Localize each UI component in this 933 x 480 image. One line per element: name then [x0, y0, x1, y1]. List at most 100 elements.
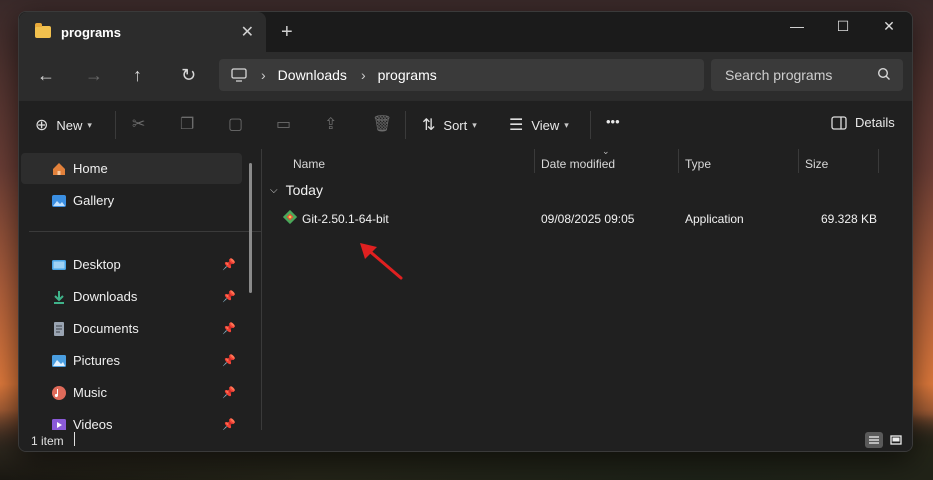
maximize-button[interactable]: ☐	[820, 12, 866, 40]
pin-icon[interactable]: 📌	[222, 386, 236, 399]
details-label: Details	[855, 115, 895, 130]
view-list-icon: ☰	[509, 117, 524, 134]
pictures-icon	[52, 354, 66, 367]
sort-icon: ⇅	[422, 117, 436, 134]
tiles-view-button[interactable]	[887, 432, 905, 448]
sidebar-item-label: Music	[73, 385, 107, 400]
music-icon	[52, 385, 66, 400]
sidebar-item-gallery[interactable]: Gallery	[21, 185, 242, 216]
command-bar: ⊕ New ▾ ✂ ❐ ▢ ▭ ⇪ 🗑 ⇅ Sort ▾ ☰ View ▾ ••…	[19, 100, 912, 148]
sidebar-item-pictures[interactable]: Pictures 📌	[21, 345, 242, 376]
sidebar-item-label: Downloads	[73, 289, 138, 304]
sidebar-item-label: Home	[73, 161, 108, 176]
divider	[405, 111, 406, 139]
divider	[590, 111, 591, 139]
downloads-icon	[54, 290, 64, 304]
search-input[interactable]: Search programs	[711, 59, 903, 91]
column-divider[interactable]	[878, 149, 879, 173]
pin-icon[interactable]: 📌	[222, 258, 236, 271]
chevron-down-icon: ▾	[472, 119, 477, 130]
column-divider[interactable]	[798, 149, 799, 173]
up-button[interactable]: ↑	[133, 66, 142, 84]
cut-icon[interactable]: ✂	[132, 114, 145, 134]
group-header-today[interactable]: ⌵ Today	[270, 182, 323, 198]
details-view-icon	[869, 436, 879, 444]
details-view-button[interactable]	[865, 432, 883, 448]
column-divider[interactable]	[678, 149, 679, 173]
navigation-bar: ← → ↑ ↻ › Downloads › programs Search pr…	[19, 52, 912, 100]
close-tab-icon[interactable]: ✕	[241, 22, 254, 42]
gallery-icon	[52, 194, 66, 207]
file-name: Git-2.50.1-64-bit	[302, 212, 389, 226]
sidebar-item-label: Pictures	[73, 353, 120, 368]
back-button[interactable]: ←	[37, 66, 55, 84]
chevron-down-icon: ⌵	[270, 184, 278, 196]
address-bar[interactable]: › Downloads › programs	[219, 59, 704, 91]
sort-label: Sort	[443, 117, 468, 133]
pin-icon[interactable]: 📌	[222, 354, 236, 367]
sidebar-item-downloads[interactable]: Downloads 📌	[21, 281, 242, 312]
tab-programs[interactable]: programs ✕	[19, 12, 266, 52]
status-separator	[74, 432, 75, 446]
divider	[29, 231, 261, 232]
view-label: View	[531, 117, 560, 133]
sidebar-item-documents[interactable]: Documents 📌	[21, 313, 242, 344]
file-type: Application	[685, 212, 744, 226]
file-list: Name ⌄ Date modified Type Size ⌵ Today G…	[262, 146, 912, 432]
close-window-button[interactable]: ✕	[866, 12, 912, 40]
copy-icon[interactable]: ❐	[180, 114, 194, 134]
chevron-down-icon: ▾	[564, 119, 569, 130]
column-divider[interactable]	[534, 149, 535, 173]
refresh-button[interactable]: ↻	[181, 66, 196, 84]
chevron-right-icon: ›	[360, 67, 366, 83]
breadcrumb-downloads[interactable]: Downloads	[278, 67, 347, 83]
title-bar: programs ✕ + — ☐ ✕	[19, 12, 912, 52]
column-header-type[interactable]: Type	[685, 157, 711, 171]
group-label: Today	[285, 182, 323, 198]
column-header-date-modified[interactable]: Date modified	[541, 157, 615, 171]
column-header-name[interactable]: Name	[293, 157, 325, 171]
documents-icon	[54, 321, 64, 336]
sidebar-item-label: Documents	[73, 321, 139, 336]
sidebar-item-label: Desktop	[73, 257, 121, 272]
annotation-arrow	[360, 243, 403, 280]
chevron-right-icon: ›	[261, 67, 266, 83]
minimize-button[interactable]: —	[774, 12, 820, 40]
rename-icon[interactable]: ▭	[276, 114, 291, 134]
item-count: 1 item	[31, 434, 64, 448]
search-icon	[877, 67, 890, 80]
chevron-down-icon: ▾	[87, 119, 92, 130]
sort-button[interactable]: ⇅ Sort ▾	[422, 115, 477, 135]
forward-button[interactable]: →	[85, 66, 103, 84]
plus-circle-icon: ⊕	[35, 117, 49, 134]
search-placeholder: Search programs	[725, 67, 833, 83]
more-options-button[interactable]: •••	[606, 114, 620, 129]
pin-icon[interactable]: 📌	[222, 290, 236, 303]
tab-title: programs	[61, 24, 121, 40]
sort-indicator-icon: ⌄	[602, 146, 610, 156]
pin-icon[interactable]: 📌	[222, 322, 236, 335]
sidebar-item-desktop[interactable]: Desktop 📌	[21, 249, 242, 280]
this-pc-icon	[231, 68, 247, 82]
divider	[115, 111, 116, 139]
desktop-icon	[52, 259, 66, 270]
details-button[interactable]: Details	[831, 115, 895, 130]
sidebar-item-home[interactable]: Home	[21, 153, 242, 184]
column-header-size[interactable]: Size	[805, 157, 828, 171]
folder-icon	[35, 23, 51, 38]
file-row[interactable]: Git-2.50.1-64-bit 09/08/2025 09:05 Appli…	[262, 207, 912, 231]
sidebar-item-music[interactable]: Music 📌	[21, 377, 242, 408]
new-label: New	[56, 117, 83, 133]
tiles-view-icon	[890, 435, 902, 445]
new-tab-button[interactable]: +	[281, 22, 293, 42]
sidebar-item-label: Gallery	[73, 193, 115, 208]
sidebar-scrollbar[interactable]	[249, 163, 252, 293]
details-pane-icon	[831, 115, 847, 130]
share-icon[interactable]: ⇪	[324, 114, 337, 134]
breadcrumb-programs[interactable]: programs	[378, 67, 437, 83]
new-button[interactable]: ⊕ New ▾	[35, 115, 92, 135]
home-icon	[53, 162, 65, 175]
delete-icon[interactable]: 🗑	[372, 114, 392, 134]
view-button[interactable]: ☰ View ▾	[509, 115, 569, 135]
paste-icon[interactable]: ▢	[228, 114, 243, 134]
